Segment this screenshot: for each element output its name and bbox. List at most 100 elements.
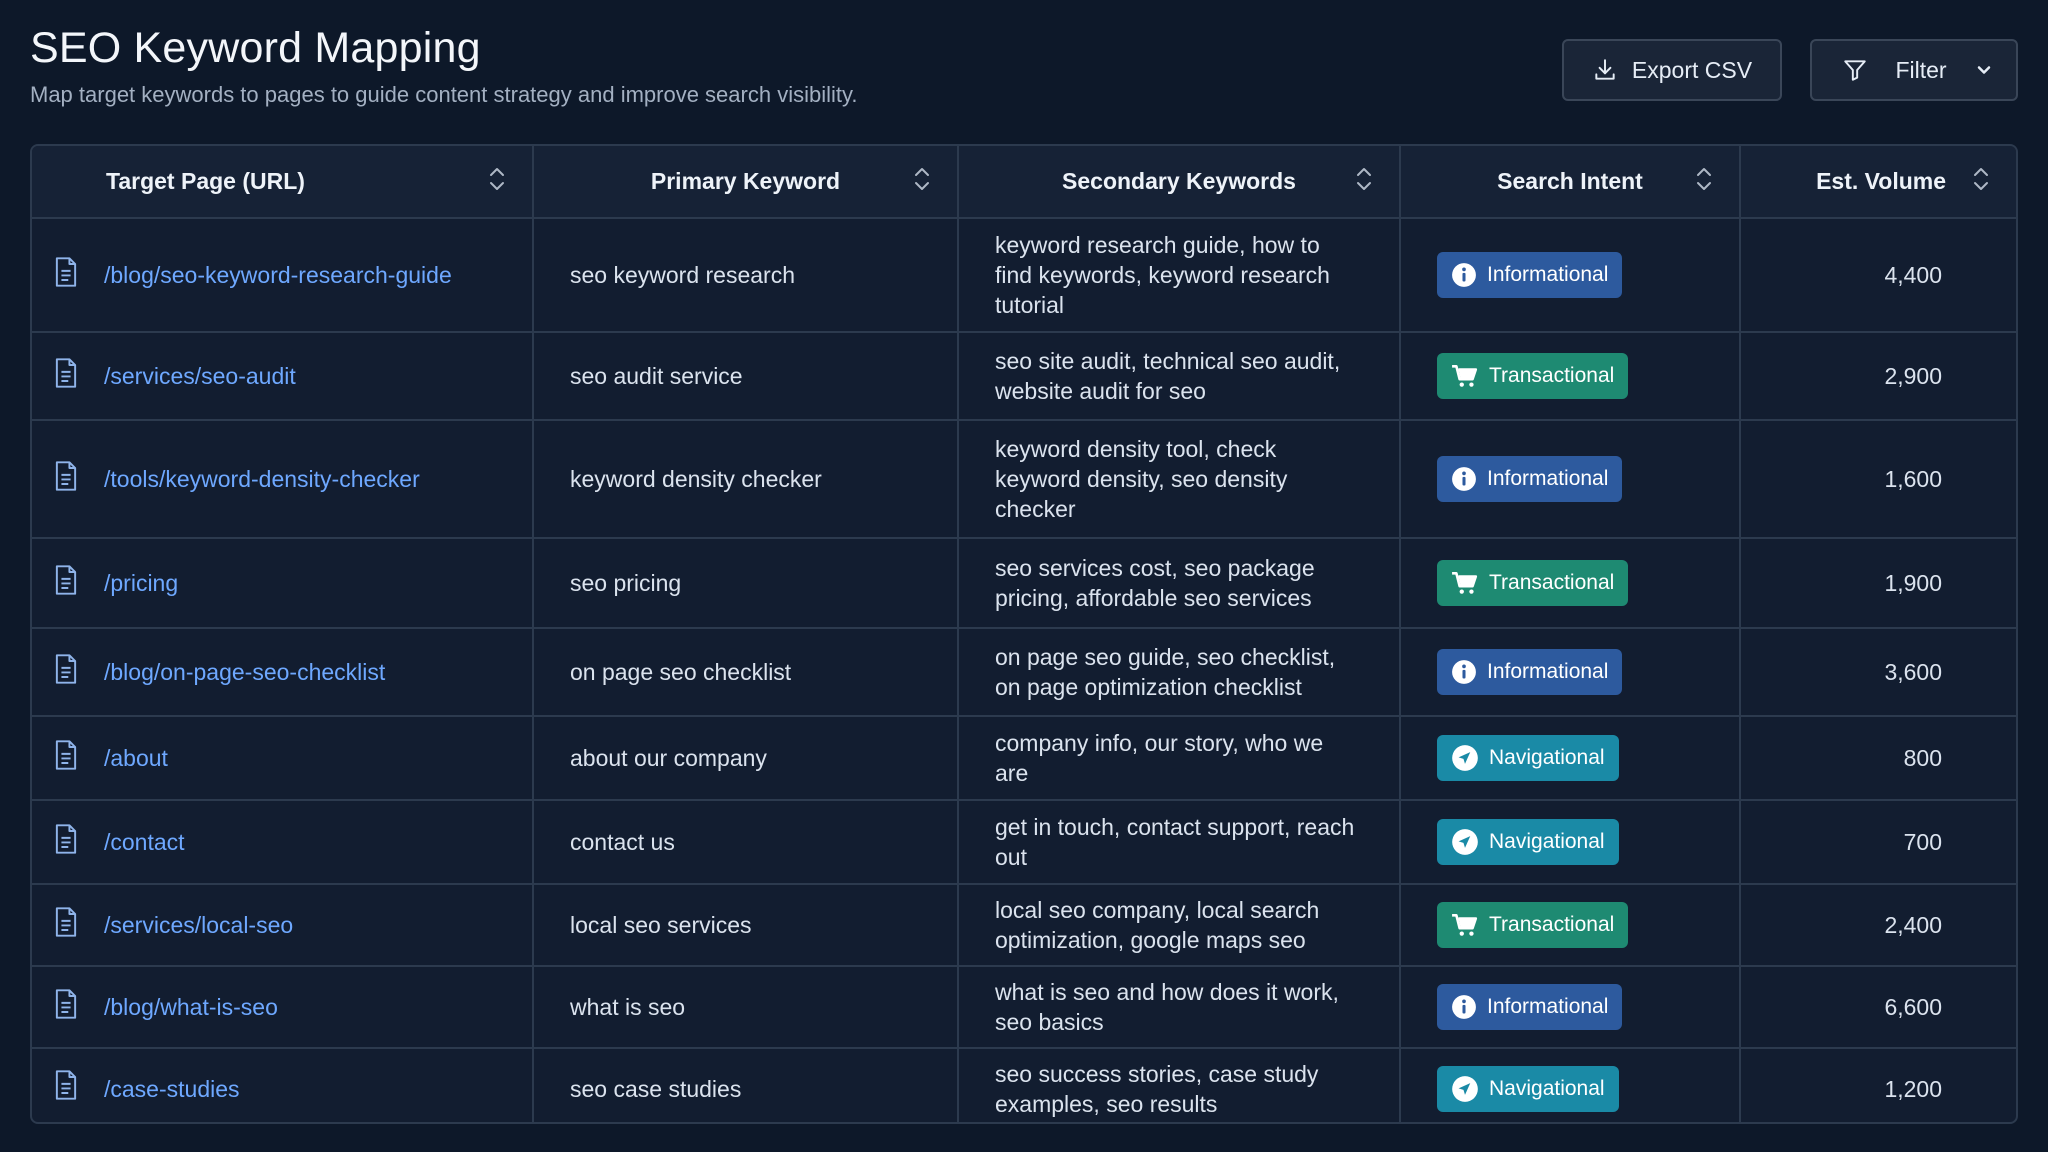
cart-icon bbox=[1451, 363, 1479, 389]
primary-keyword-cell: seo keyword research bbox=[533, 218, 959, 333]
secondary-keywords-cell: get in touch, contact support, reach out bbox=[958, 800, 1401, 885]
secondary-keywords-cell: company info, our story, who we are bbox=[958, 716, 1401, 801]
compass-icon bbox=[1451, 744, 1479, 772]
secondary-keywords: seo site audit, technical seo audit, web… bbox=[995, 348, 1341, 404]
secondary-keywords-cell: local seo company, local search optimiza… bbox=[958, 884, 1401, 967]
table-row: /blog/on-page-seo-checklist on page seo c… bbox=[32, 628, 2016, 717]
primary-keyword-cell: local seo services bbox=[533, 884, 959, 967]
primary-keyword: seo pricing bbox=[570, 570, 682, 596]
column-header-search-intent[interactable]: Search Intent bbox=[1400, 146, 1741, 219]
page-url-link[interactable]: /pricing bbox=[104, 568, 178, 598]
table-row: /services/seo-audit seo audit service seo … bbox=[32, 332, 2016, 421]
est-volume: 3,600 bbox=[1884, 659, 1942, 685]
intent-badge: Informational bbox=[1437, 252, 1623, 298]
sort-icon[interactable] bbox=[488, 166, 506, 198]
secondary-keywords-cell: keyword research guide, how to find keyw… bbox=[958, 218, 1401, 333]
target-page-cell: /blog/seo-keyword-research-guide bbox=[32, 218, 534, 333]
keyword-table: Target Page (URL) Primary Keyword Second… bbox=[30, 144, 2018, 1124]
search-intent-cell: Navigational bbox=[1400, 800, 1741, 885]
table-body: /blog/seo-keyword-research-guide seo keyw… bbox=[32, 218, 2016, 1122]
primary-keyword: seo case studies bbox=[570, 1075, 742, 1102]
est-volume: 2,400 bbox=[1884, 912, 1942, 938]
column-label: Primary Keyword bbox=[650, 168, 841, 194]
intent-label: Transactional bbox=[1489, 571, 1615, 594]
est-volume: 800 bbox=[1903, 745, 1942, 771]
page-url-link[interactable]: /blog/seo-keyword-research-guide bbox=[104, 260, 452, 290]
document-icon bbox=[52, 357, 80, 396]
primary-keyword-cell: seo case studies bbox=[533, 1048, 959, 1122]
column-header-est-volume[interactable]: Est. Volume bbox=[1740, 146, 2016, 219]
search-intent-cell: Navigational bbox=[1400, 716, 1741, 801]
document-icon bbox=[52, 823, 80, 862]
info-icon bbox=[1451, 466, 1477, 492]
info-icon bbox=[1451, 659, 1477, 685]
primary-keyword-cell: what is seo bbox=[533, 966, 959, 1049]
search-intent-cell: Informational bbox=[1400, 420, 1741, 539]
compass-icon bbox=[1451, 1075, 1479, 1103]
column-header-primary-keyword[interactable]: Primary Keyword bbox=[533, 146, 959, 219]
document-icon bbox=[52, 460, 80, 499]
page-url-link[interactable]: /blog/what-is-seo bbox=[104, 992, 278, 1022]
primary-keyword: what is seo bbox=[570, 994, 686, 1020]
est-volume: 700 bbox=[1903, 829, 1942, 855]
filter-button[interactable]: Filter bbox=[1810, 39, 2018, 101]
page-url-link[interactable]: /case-studies bbox=[104, 1074, 240, 1104]
intent-label: Informational bbox=[1487, 660, 1609, 683]
target-page-cell: /about bbox=[32, 716, 534, 801]
column-header-secondary-keywords[interactable]: Secondary Keywords bbox=[958, 146, 1401, 219]
page-header: SEO Keyword Mapping Map target keywords … bbox=[30, 0, 2018, 144]
page-url-link[interactable]: /services/local-seo bbox=[104, 910, 293, 940]
intent-badge: Navigational bbox=[1437, 819, 1619, 865]
page-url-link[interactable]: /about bbox=[104, 743, 168, 773]
sort-icon[interactable] bbox=[1695, 166, 1713, 198]
secondary-keywords-cell: on page seo guide, seo checklist, on pag… bbox=[958, 628, 1401, 717]
secondary-keywords-cell: seo success stories, case study examples… bbox=[958, 1048, 1401, 1122]
target-page-cell: /services/local-seo bbox=[32, 884, 534, 967]
info-icon bbox=[1451, 262, 1477, 288]
sort-icon[interactable] bbox=[913, 166, 931, 198]
intent-label: Transactional bbox=[1489, 364, 1615, 387]
page-url-link[interactable]: /blog/on-page-seo-checklist bbox=[104, 657, 385, 687]
est-volume-cell: 4,400 bbox=[1740, 218, 2016, 333]
column-header-target-page[interactable]: Target Page (URL) bbox=[32, 146, 534, 219]
est-volume-cell: 1,200 bbox=[1740, 1048, 2016, 1122]
primary-keyword-cell: keyword density checker bbox=[533, 420, 959, 539]
secondary-keywords: seo services cost, seo package pricing, … bbox=[995, 555, 1315, 611]
page-url-link[interactable]: /tools/keyword-density-checker bbox=[104, 464, 420, 494]
search-intent-cell: Transactional bbox=[1400, 884, 1741, 967]
page-url-link[interactable]: /contact bbox=[104, 827, 185, 857]
document-icon bbox=[52, 1069, 80, 1108]
secondary-keywords: get in touch, contact support, reach out bbox=[995, 814, 1355, 870]
cart-icon bbox=[1451, 912, 1479, 938]
secondary-keywords: on page seo guide, seo checklist, on pag… bbox=[995, 644, 1336, 700]
secondary-keywords: local seo company, local search optimiza… bbox=[995, 897, 1320, 953]
target-page-cell: /tools/keyword-density-checker bbox=[32, 420, 534, 539]
export-csv-button[interactable]: Export CSV bbox=[1562, 39, 1782, 101]
primary-keyword: on page seo checklist bbox=[570, 659, 792, 685]
primary-keyword-cell: seo audit service bbox=[533, 332, 959, 421]
primary-keyword: about our company bbox=[570, 745, 767, 771]
column-label: Target Page (URL) bbox=[106, 168, 305, 194]
table-row: /blog/seo-keyword-research-guide seo keyw… bbox=[32, 218, 2016, 333]
intent-badge: Navigational bbox=[1437, 735, 1619, 781]
download-icon bbox=[1592, 57, 1618, 83]
table-row: /tools/keyword-density-checker keyword de… bbox=[32, 420, 2016, 539]
search-intent-cell: Informational bbox=[1400, 628, 1741, 717]
table-row: /pricing seo pricing seo services cost, se… bbox=[32, 538, 2016, 629]
sort-icon[interactable] bbox=[1355, 166, 1373, 198]
document-icon bbox=[52, 906, 80, 945]
target-page-cell: /blog/what-is-seo bbox=[32, 966, 534, 1049]
intent-label: Navigational bbox=[1489, 746, 1605, 769]
secondary-keywords-cell: keyword density tool, check keyword dens… bbox=[958, 420, 1401, 539]
est-volume: 1,900 bbox=[1884, 570, 1942, 596]
intent-label: Informational bbox=[1487, 263, 1609, 286]
page-subtitle: Map target keywords to pages to guide co… bbox=[30, 82, 858, 107]
page-url-link[interactable]: /services/seo-audit bbox=[104, 361, 296, 391]
sort-icon[interactable] bbox=[1972, 166, 1990, 198]
secondary-keywords-cell: seo services cost, seo package pricing, … bbox=[958, 538, 1401, 629]
primary-keyword: contact us bbox=[570, 829, 675, 855]
est-volume: 1,200 bbox=[1884, 1075, 1942, 1102]
intent-badge: Navigational bbox=[1437, 1065, 1619, 1112]
est-volume-cell: 3,600 bbox=[1740, 628, 2016, 717]
secondary-keywords-cell: seo site audit, technical seo audit, web… bbox=[958, 332, 1401, 421]
